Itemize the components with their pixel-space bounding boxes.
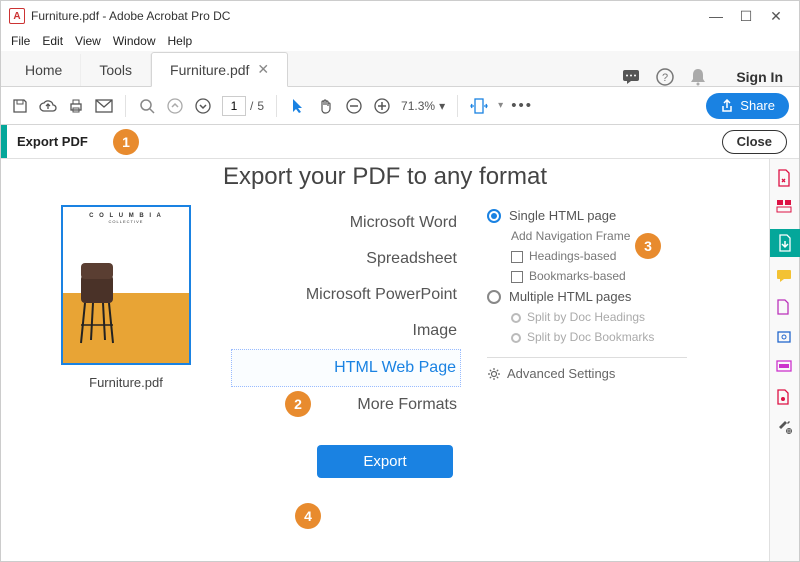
print-icon[interactable] (67, 97, 85, 115)
option-multiple-html[interactable]: Multiple HTML pages (487, 286, 749, 307)
thumbnail-filename: Furniture.pdf (21, 375, 231, 390)
rail-more-tools-icon[interactable] (776, 419, 794, 437)
minimize-button[interactable]: — (701, 8, 731, 24)
radio-icon (487, 290, 501, 304)
tab-tools[interactable]: Tools (81, 54, 151, 86)
chevron-down-icon[interactable]: ▾ (498, 100, 503, 111)
option-multiple-label: Multiple HTML pages (509, 289, 631, 304)
page-current-input[interactable] (222, 96, 246, 116)
rail-protect-icon[interactable] (776, 389, 794, 407)
radio-icon (487, 209, 501, 223)
right-tool-rail (769, 159, 799, 561)
nav-frame-heading: Add Navigation Frame (511, 226, 749, 246)
save-icon[interactable] (11, 97, 29, 115)
more-icon[interactable]: ••• (513, 97, 531, 115)
zoom-in-icon[interactable] (373, 97, 391, 115)
rail-comment-icon[interactable] (776, 269, 794, 287)
radio-icon (511, 313, 521, 323)
chevron-down-icon: ▾ (439, 99, 445, 113)
advanced-settings-link[interactable]: Advanced Settings (487, 366, 749, 381)
accent-strip (1, 125, 7, 158)
annotation-badge-4: 4 (295, 503, 321, 529)
toolbar: / 5 71.3% ▾ ▾ ••• Share (1, 87, 799, 125)
chat-icon[interactable] (622, 69, 640, 85)
rail-combine-icon[interactable] (776, 199, 794, 217)
svg-text:?: ? (662, 72, 668, 84)
annotation-badge-1: 1 (113, 129, 139, 155)
tab-document-label: Furniture.pdf (170, 62, 249, 78)
annotation-badge-3: 3 (635, 233, 661, 259)
format-image[interactable]: Image (231, 313, 461, 349)
checkbox-icon (511, 251, 523, 263)
page-down-icon[interactable] (194, 97, 212, 115)
hand-tool-icon[interactable] (317, 97, 335, 115)
document-thumbnail[interactable]: C O L U M B I A COLLECTIVE (61, 205, 191, 365)
rail-create-pdf-icon[interactable] (776, 169, 794, 187)
tabbar: Home Tools Furniture.pdf ✕ ? Sign In (1, 51, 799, 87)
option-split-headings: Split by Doc Headings (511, 307, 749, 327)
export-button[interactable]: Export (317, 445, 452, 478)
app-icon: A (9, 8, 25, 24)
close-window-button[interactable]: ✕ (761, 8, 791, 25)
maximize-button[interactable]: ☐ (731, 8, 761, 25)
export-heading: Export your PDF to any format (1, 163, 769, 191)
rail-export-icon[interactable] (770, 229, 800, 257)
menu-view[interactable]: View (75, 34, 101, 48)
format-word[interactable]: Microsoft Word (231, 205, 461, 241)
bell-icon[interactable] (690, 68, 706, 86)
share-button[interactable]: Share (706, 93, 789, 119)
export-panel: Export your PDF to any format C O L U M … (1, 159, 769, 561)
thumb-sub: COLLECTIVE (63, 219, 189, 224)
share-label: Share (740, 98, 775, 113)
sign-in-link[interactable]: Sign In (736, 69, 783, 85)
menu-help[interactable]: Help (168, 34, 193, 48)
option-single-label: Single HTML page (509, 208, 616, 223)
format-list: Microsoft Word Spreadsheet Microsoft Pow… (231, 205, 461, 423)
checkbox-bookmarks-based[interactable]: Bookmarks-based (511, 266, 749, 286)
page-sep: / (250, 99, 253, 113)
rail-organize-icon[interactable] (776, 299, 794, 317)
search-icon[interactable] (138, 97, 156, 115)
gear-icon (487, 367, 501, 381)
checkbox-headings-based[interactable]: Headings-based (511, 246, 749, 266)
menu-window[interactable]: Window (113, 34, 156, 48)
cloud-icon[interactable] (39, 97, 57, 115)
rail-redact-icon[interactable] (776, 359, 794, 377)
rail-scan-icon[interactable] (776, 329, 794, 347)
format-spreadsheet[interactable]: Spreadsheet (231, 241, 461, 277)
close-panel-button[interactable]: Close (722, 130, 787, 154)
chair-illustration (73, 255, 133, 345)
close-tab-icon[interactable]: ✕ (257, 61, 269, 78)
page-indicator: / 5 (222, 96, 264, 116)
zoom-select[interactable]: 71.3% ▾ (401, 99, 445, 113)
format-options: Single HTML page Add Navigation Frame He… (461, 205, 749, 423)
titlebar: A Furniture.pdf - Adobe Acrobat Pro DC —… (1, 1, 799, 31)
menu-file[interactable]: File (11, 34, 30, 48)
select-tool-icon[interactable] (289, 97, 307, 115)
option-split-bookmarks: Split by Doc Bookmarks (511, 327, 749, 347)
tab-home[interactable]: Home (7, 54, 81, 86)
mail-icon[interactable] (95, 97, 113, 115)
export-pdf-label: Export PDF (17, 134, 88, 149)
checkbox-icon (511, 271, 523, 283)
format-html[interactable]: HTML Web Page (231, 349, 461, 387)
radio-icon (511, 333, 521, 343)
page-up-icon[interactable] (166, 97, 184, 115)
option-single-html[interactable]: Single HTML page (487, 205, 749, 226)
format-powerpoint[interactable]: Microsoft PowerPoint (231, 277, 461, 313)
menubar: File Edit View Window Help (1, 31, 799, 51)
window-title: Furniture.pdf - Adobe Acrobat Pro DC (31, 9, 701, 23)
menu-edit[interactable]: Edit (42, 34, 63, 48)
format-more[interactable]: More Formats (231, 387, 461, 423)
zoom-out-icon[interactable] (345, 97, 363, 115)
fit-width-icon[interactable] (470, 97, 488, 115)
page-total: 5 (257, 99, 264, 113)
tab-document[interactable]: Furniture.pdf ✕ (151, 52, 288, 87)
share-icon (720, 99, 734, 113)
zoom-value: 71.3% (401, 99, 435, 113)
annotation-badge-2: 2 (285, 391, 311, 417)
advanced-settings-label: Advanced Settings (507, 366, 615, 381)
help-icon[interactable]: ? (656, 68, 674, 86)
